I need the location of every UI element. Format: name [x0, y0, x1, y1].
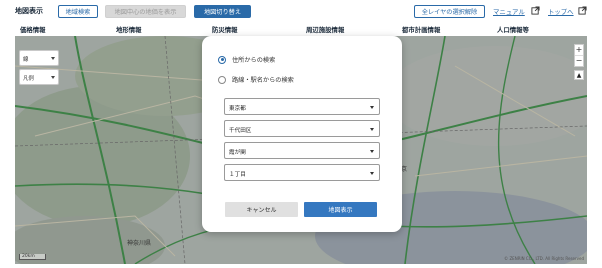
- layer-category-bar: 価格情報 地形情報 防災情報 周辺施設情報 都市計画情報 人口情報等: [0, 22, 602, 36]
- district-select-value: 霞が関: [229, 150, 246, 156]
- legend-select[interactable]: 凡例: [19, 69, 59, 85]
- category-disaster[interactable]: 防災情報: [212, 25, 238, 34]
- zoom-control: + −: [574, 44, 584, 67]
- page-title: 地図表示: [15, 7, 43, 15]
- map-place-label: 神奈川県: [127, 240, 152, 247]
- switch-map-button[interactable]: 地図切り替え: [194, 5, 251, 18]
- radio-address-row[interactable]: 住所からの検索: [218, 55, 275, 64]
- category-terrain[interactable]: 地形情報: [116, 25, 142, 34]
- show-center-price-button[interactable]: 地図中心の地価を表示: [105, 5, 186, 18]
- chevron-down-icon: [51, 57, 55, 60]
- show-map-button[interactable]: 地図表示: [304, 202, 377, 217]
- map-layer-select[interactable]: 線: [19, 50, 59, 66]
- block-select-value: １丁目: [229, 172, 246, 178]
- prefecture-select-value: 東京都: [229, 106, 246, 112]
- legend-select-value: 凡例: [23, 76, 34, 82]
- prefecture-select[interactable]: 東京都: [224, 98, 380, 115]
- area-search-button[interactable]: 地域検索: [58, 5, 98, 18]
- zoom-out-button[interactable]: −: [575, 56, 583, 66]
- scale-bar: 20km: [19, 254, 46, 260]
- location-search-dialog: 住所からの検索 路線・駅名からの検索 東京都 千代田区 霞が関 １丁目 キャンセ…: [202, 36, 402, 232]
- map-copyright: © ZENRIN CO., LTD. All Rights Reserved: [504, 256, 584, 261]
- external-link-icon: [578, 6, 587, 15]
- category-city-planning[interactable]: 都市計画情報: [402, 25, 440, 34]
- external-link-icon: [531, 6, 540, 15]
- chevron-down-icon: [370, 128, 374, 131]
- chevron-down-icon: [370, 106, 374, 109]
- cancel-button[interactable]: キャンセル: [225, 202, 298, 217]
- clear-all-layers-button[interactable]: 全レイヤの選択解除: [414, 5, 485, 18]
- chevron-down-icon: [370, 150, 374, 153]
- radio-address-label: 住所からの検索: [232, 57, 276, 64]
- top-link[interactable]: トップへ: [548, 7, 574, 16]
- map-layer-select-value: 線: [23, 57, 29, 63]
- radio-station[interactable]: [218, 75, 226, 84]
- category-facilities[interactable]: 周辺施設情報: [306, 25, 344, 34]
- compass-icon[interactable]: ▲: [574, 70, 584, 80]
- manual-link[interactable]: マニュアル: [493, 7, 525, 16]
- block-select[interactable]: １丁目: [224, 164, 380, 181]
- radio-address[interactable]: [218, 55, 226, 64]
- city-select[interactable]: 千代田区: [224, 120, 380, 137]
- category-population[interactable]: 人口情報等: [497, 25, 529, 34]
- chevron-down-icon: [370, 172, 374, 175]
- city-select-value: 千代田区: [229, 128, 252, 134]
- category-price[interactable]: 価格情報: [20, 25, 46, 34]
- top-toolbar: 地図表示 地域検索 地図中心の地価を表示 地図切り替え 全レイヤの選択解除 マニ…: [0, 0, 602, 22]
- chevron-down-icon: [51, 76, 55, 79]
- radio-station-row[interactable]: 路線・駅名からの検索: [218, 75, 294, 84]
- radio-station-label: 路線・駅名からの検索: [232, 77, 294, 84]
- district-select[interactable]: 霞が関: [224, 142, 380, 159]
- zoom-in-button[interactable]: +: [575, 45, 583, 55]
